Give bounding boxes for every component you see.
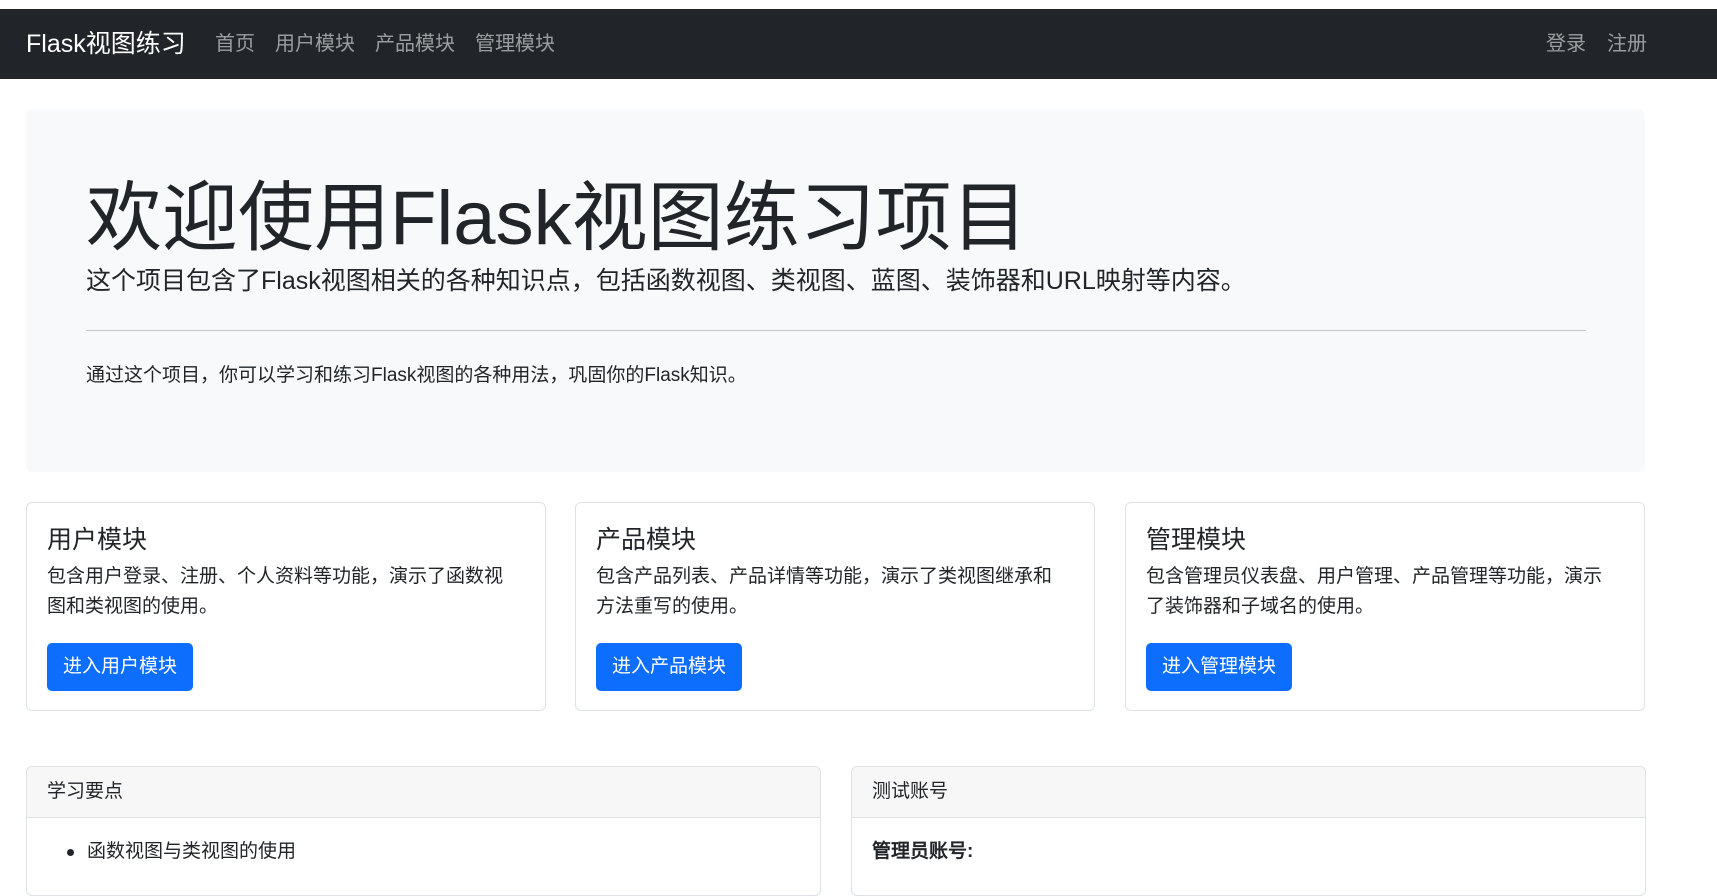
learning-points-body: 函数视图与类视图的使用 [27,818,820,866]
admin-account-label: 管理员账号: [872,841,974,862]
nav-auth-links: 登录 注册 [1525,31,1647,57]
enter-product-module-button[interactable]: 进入产品模块 [596,643,743,691]
welcome-jumbotron: 欢迎使用Flask视图练习项目 这个项目包含了Flask视图相关的各种知识点，包… [26,109,1645,472]
nav-link-admin[interactable]: 管理模块 [465,31,565,57]
jumbotron-divider [86,330,1586,331]
nav-link-users[interactable]: 用户模块 [265,31,365,57]
nav-link-home[interactable]: 首页 [215,31,265,57]
module-cards: 用户模块 包含用户登录、注册、个人资料等功能，演示了函数视图和类视图的使用。 进… [26,502,1645,711]
learning-points-list: 函数视图与类视图的使用 [47,838,800,866]
navbar: Flask视图练习 首页 用户模块 产品模块 管理模块 登录 注册 [0,9,1717,79]
test-accounts-header: 测试账号 [852,767,1645,818]
learning-points-card: 学习要点 函数视图与类视图的使用 [26,766,821,896]
card-admin-module: 管理模块 包含管理员仪表盘、用户管理、产品管理等功能，演示了装饰器和子域名的使用… [1125,502,1645,711]
card-text: 包含管理员仪表盘、用户管理、产品管理等功能，演示了装饰器和子域名的使用。 [1146,566,1603,617]
nav-link-register[interactable]: 注册 [1586,31,1647,57]
navbar-brand[interactable]: Flask视图练习 [26,29,186,59]
welcome-title: 欢迎使用Flask视图练习项目 [86,176,1028,261]
welcome-text: 通过这个项目，你可以学习和练习Flask视图的各种用法，巩固你的Flask知识。 [86,365,747,386]
window-top-strip [0,0,1717,9]
card-title: 管理模块 [1146,526,1247,554]
test-accounts-body: 管理员账号: [852,818,1645,866]
enter-user-module-button[interactable]: 进入用户模块 [47,643,194,691]
test-accounts-card: 测试账号 管理员账号: [851,766,1646,896]
list-item: 函数视图与类视图的使用 [67,838,800,866]
nav-link-login[interactable]: 登录 [1525,31,1586,57]
enter-admin-module-button[interactable]: 进入管理模块 [1146,643,1293,691]
nav-links: 首页 用户模块 产品模块 管理模块 [215,31,565,57]
learning-points-header: 学习要点 [27,767,820,818]
card-title: 产品模块 [596,526,697,554]
nav-link-products[interactable]: 产品模块 [365,31,465,57]
card-text: 包含用户登录、注册、个人资料等功能，演示了函数视图和类视图的使用。 [47,566,504,617]
welcome-lead: 这个项目包含了Flask视图相关的各种知识点，包括函数视图、类视图、蓝图、装饰器… [86,267,1246,295]
card-text: 包含产品列表、产品详情等功能，演示了类视图继承和方法重写的使用。 [596,566,1053,617]
card-product-module: 产品模块 包含产品列表、产品详情等功能，演示了类视图继承和方法重写的使用。 进入… [575,502,1095,711]
card-user-module: 用户模块 包含用户登录、注册、个人资料等功能，演示了函数视图和类视图的使用。 进… [26,502,546,711]
card-title: 用户模块 [47,526,148,554]
